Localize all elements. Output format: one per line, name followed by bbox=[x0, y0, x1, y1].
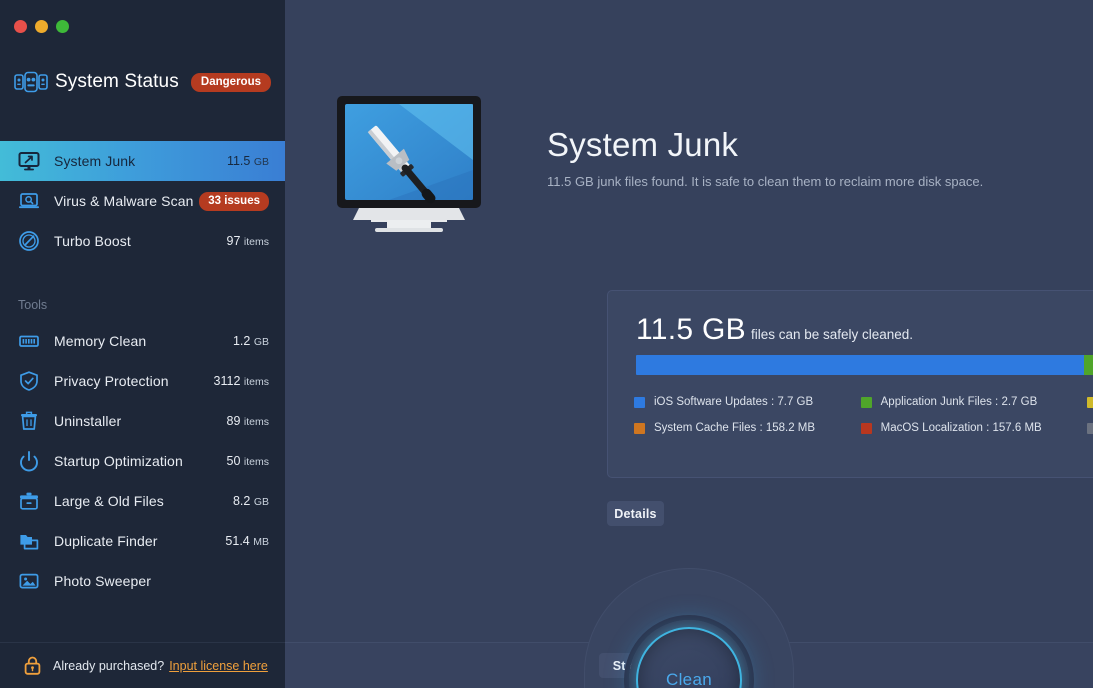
sidebar-item-label: System Junk bbox=[54, 153, 135, 169]
sidebar-item-privacy-protection[interactable]: Privacy Protection 3112 items bbox=[0, 361, 285, 401]
license-footer: Already purchased? Input license here bbox=[0, 642, 285, 688]
hero-section: System Junk 11.5 GB junk files found. It… bbox=[329, 94, 983, 234]
minimize-button[interactable] bbox=[35, 20, 48, 33]
sidebar-item-label: Memory Clean bbox=[54, 333, 146, 349]
bar-segment bbox=[1084, 355, 1093, 375]
power-icon bbox=[18, 450, 40, 472]
bar-segment bbox=[636, 355, 1084, 375]
legend-swatch bbox=[1087, 423, 1093, 434]
hero-text: System Junk 11.5 GB junk files found. It… bbox=[547, 94, 983, 189]
shield-check-icon bbox=[18, 370, 40, 392]
main-content: System Junk 11.5 GB junk files found. It… bbox=[285, 0, 1093, 688]
legend-item: Mac Software Installer : 671.7 MB bbox=[1087, 391, 1093, 413]
sidebar: System Status Dangerous System Junk 11.5… bbox=[0, 0, 285, 688]
legend-item: System Cache Files : 158.2 MB bbox=[634, 417, 861, 439]
input-license-link[interactable]: Input license here bbox=[169, 659, 268, 673]
laptop-scan-icon bbox=[18, 190, 40, 212]
legend-label: Application Junk Files : 2.7 GB bbox=[881, 396, 1038, 408]
zoom-button[interactable] bbox=[56, 20, 69, 33]
license-prompt: Already purchased? bbox=[53, 659, 164, 673]
sidebar-item-value: 8.2 GB bbox=[233, 494, 269, 508]
status-badge: Dangerous bbox=[191, 73, 271, 92]
legend-item: Others : 141.4 MB bbox=[1087, 417, 1093, 439]
legend-swatch bbox=[634, 423, 645, 434]
archive-box-icon bbox=[18, 490, 40, 512]
junk-distribution-bar bbox=[636, 355, 1093, 375]
folders-icon bbox=[18, 530, 40, 552]
imac-squeegee-icon bbox=[329, 94, 489, 234]
legend-label: iOS Software Updates : 7.7 GB bbox=[654, 396, 813, 408]
sidebar-item-turbo-boost[interactable]: Turbo Boost 97 items bbox=[0, 221, 285, 261]
close-button[interactable] bbox=[14, 20, 27, 33]
junk-summary-card: 11.5 GB files can be safely cleaned. iOS… bbox=[607, 290, 1093, 478]
sidebar-item-label: Startup Optimization bbox=[54, 453, 183, 469]
sidebar-item-startup-optimization[interactable]: Startup Optimization 50 items bbox=[0, 441, 285, 481]
card-heading: 11.5 GB files can be safely cleaned. bbox=[636, 313, 913, 347]
legend-swatch bbox=[634, 397, 645, 408]
sidebar-item-value: 97 items bbox=[227, 234, 269, 248]
sidebar-item-badge: 33 issues bbox=[199, 192, 269, 211]
junk-legend: iOS Software Updates : 7.7 GB Application… bbox=[634, 391, 1093, 443]
legend-swatch bbox=[861, 423, 872, 434]
sidebar-item-value: 11.5 GB bbox=[227, 154, 269, 168]
sidebar-item-value: 50 items bbox=[227, 454, 269, 468]
legend-item: iOS Software Updates : 7.7 GB bbox=[634, 391, 861, 413]
window-controls bbox=[14, 20, 69, 33]
legend-label: System Cache Files : 158.2 MB bbox=[654, 422, 815, 434]
sidebar-item-label: Large & Old Files bbox=[54, 493, 164, 509]
sidebar-item-value: 51.4 MB bbox=[225, 534, 269, 548]
monitor-junk-icon bbox=[18, 150, 40, 172]
legend-label: MacOS Localization : 157.6 MB bbox=[881, 422, 1042, 434]
system-status-title: System Status bbox=[55, 71, 179, 93]
sidebar-item-label: Turbo Boost bbox=[54, 233, 131, 249]
photo-icon bbox=[18, 570, 40, 592]
sidebar-item-uninstaller[interactable]: Uninstaller 89 items bbox=[0, 401, 285, 441]
sidebar-item-label: Virus & Malware Scan bbox=[54, 193, 193, 209]
system-status-icon bbox=[14, 71, 48, 93]
legend-swatch bbox=[1087, 397, 1093, 408]
page-title: System Junk bbox=[547, 126, 983, 164]
sidebar-item-label: Duplicate Finder bbox=[54, 533, 158, 549]
legend-item: Application Junk Files : 2.7 GB bbox=[861, 391, 1088, 413]
sidebar-item-photo-sweeper[interactable]: Photo Sweeper bbox=[0, 561, 285, 601]
sidebar-item-value: 89 items bbox=[227, 414, 269, 428]
sidebar-item-large-old-files[interactable]: Large & Old Files 8.2 GB bbox=[0, 481, 285, 521]
sidebar-item-virus-malware-scan[interactable]: Virus & Malware Scan 33 issues bbox=[0, 181, 285, 221]
legend-item: MacOS Localization : 157.6 MB bbox=[861, 417, 1088, 439]
sidebar-item-label: Photo Sweeper bbox=[54, 573, 151, 589]
trash-icon bbox=[18, 410, 40, 432]
sidebar-main-nav: System Junk 11.5 GB Virus & Malware Scan… bbox=[0, 141, 285, 261]
sidebar-item-value: 1.2 GB bbox=[233, 334, 269, 348]
sidebar-item-duplicate-finder[interactable]: Duplicate Finder 51.4 MB bbox=[0, 521, 285, 561]
clean-button[interactable]: Clean bbox=[629, 620, 749, 688]
sidebar-item-system-junk[interactable]: System Junk 11.5 GB bbox=[0, 141, 285, 181]
sidebar-item-value: 3112 items bbox=[214, 374, 269, 388]
details-button[interactable]: Details bbox=[607, 501, 664, 526]
total-caption: files can be safely cleaned. bbox=[751, 327, 913, 342]
memory-chip-icon bbox=[18, 330, 40, 352]
clean-button-label: Clean bbox=[629, 620, 749, 688]
lock-icon bbox=[24, 656, 41, 675]
sidebar-item-memory-clean[interactable]: Memory Clean 1.2 GB bbox=[0, 321, 285, 361]
app-window: System Status Dangerous System Junk 11.5… bbox=[0, 0, 1093, 688]
sidebar-item-label: Uninstaller bbox=[54, 413, 121, 429]
legend-swatch bbox=[861, 397, 872, 408]
sidebar-tools-nav: Memory Clean 1.2 GB Privacy Protection 3… bbox=[0, 321, 285, 601]
system-status-header: System Status Dangerous bbox=[0, 66, 285, 98]
tools-section-label: Tools bbox=[18, 298, 47, 312]
page-subtitle: 11.5 GB junk files found. It is safe to … bbox=[547, 174, 983, 189]
total-size: 11.5 GB bbox=[636, 313, 746, 347]
speedometer-icon bbox=[18, 230, 40, 252]
sidebar-item-label: Privacy Protection bbox=[54, 373, 169, 389]
